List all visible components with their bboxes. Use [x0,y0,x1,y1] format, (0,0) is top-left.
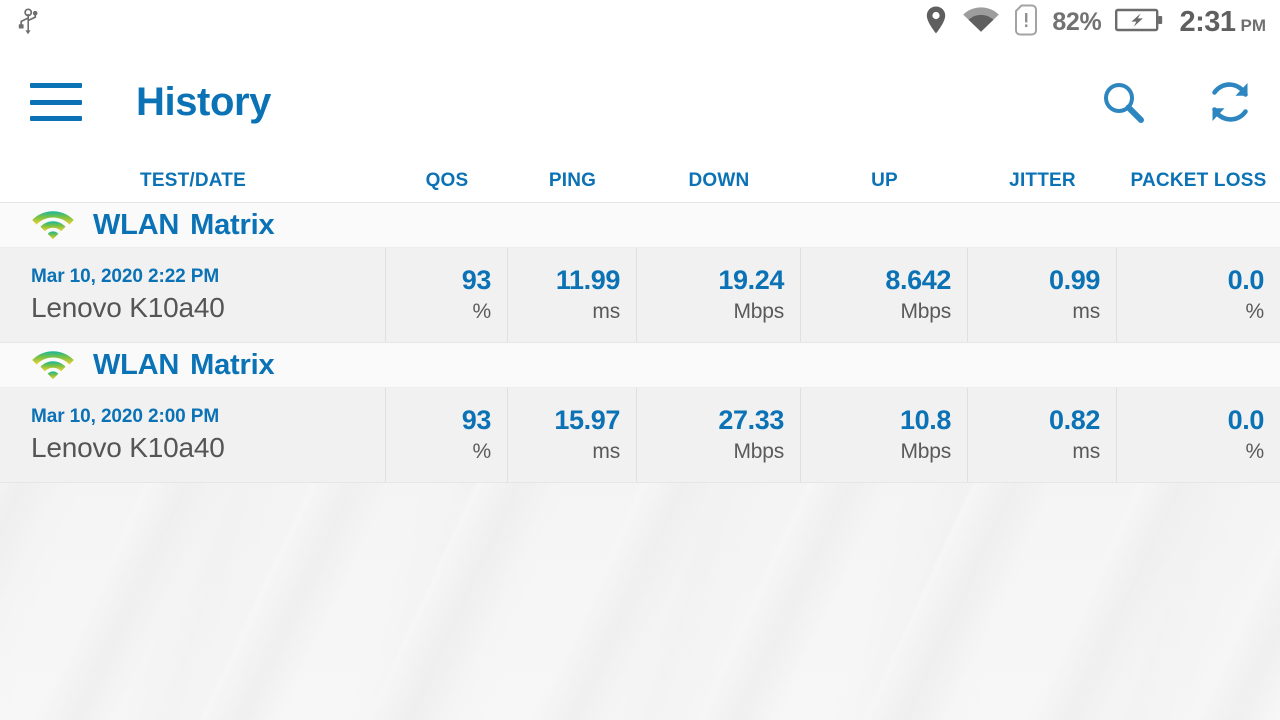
wifi-signal-icon [30,348,76,382]
column-header-down[interactable]: DOWN [637,170,801,192]
hamburger-bar [30,99,82,105]
group-header[interactable]: WLAN Matrix [0,203,1280,248]
qos-value: 93 [461,405,492,436]
cell-down: 27.33 Mbps [637,388,801,482]
history-table: WLAN Matrix Mar 10, 2020 2:22 PM Lenovo … [0,203,1280,483]
column-header-jitter[interactable]: JITTER [968,170,1117,192]
group-connection-type: WLAN [93,348,180,381]
group-connection-type: WLAN [93,208,180,241]
cell-jitter: 0.99 ms [968,248,1117,342]
hamburger-bar [30,83,82,88]
cell-down: 19.24 Mbps [637,248,801,342]
jitter-unit: ms [1072,299,1100,323]
battery-percent-label: 82% [1052,7,1102,36]
packet-loss-value: 0.0 [1227,265,1265,296]
cell-up: 10.8 Mbps [801,388,968,482]
column-header-up[interactable]: UP [801,170,968,192]
cell-qos: 93 % [386,388,508,482]
up-value: 8.642 [885,265,951,296]
column-header-ping[interactable]: PING [508,170,637,192]
cell-test-date: Mar 10, 2020 2:00 PM Lenovo K10a40 [0,388,386,482]
group-header[interactable]: WLAN Matrix [0,343,1280,388]
column-header-test-date[interactable]: TEST/DATE [0,170,386,192]
cell-jitter: 0.82 ms [968,388,1117,482]
jitter-value: 0.82 [1049,405,1100,436]
status-bar-clock: 2:31 PM [1179,6,1266,39]
ping-unit: ms [592,439,620,463]
ping-unit: ms [592,299,620,323]
row-date: Mar 10, 2020 2:22 PM [31,266,220,287]
cell-qos: 93 % [386,248,508,342]
down-value: 27.33 [718,405,784,436]
qos-unit: % [472,299,492,323]
sim-card-alert-icon [1014,4,1038,41]
up-unit: Mbps [900,299,951,323]
ping-value: 11.99 [555,265,620,296]
search-icon[interactable] [1098,77,1148,127]
hamburger-menu-icon[interactable] [30,83,82,121]
status-bar-left [16,5,42,40]
app-bar: History [0,44,1280,160]
column-header-qos[interactable]: QOS [386,170,508,192]
packet-loss-unit: % [1245,299,1265,323]
app-bar-actions [1098,76,1256,128]
clock-time: 2:31 [1179,5,1236,38]
group-network-name: Matrix [190,348,275,381]
history-group: WLAN Matrix Mar 10, 2020 2:00 PM Lenovo … [0,343,1280,483]
down-unit: Mbps [733,299,784,323]
packet-loss-value: 0.0 [1227,405,1265,436]
cell-packet-loss: 0.0 % [1117,388,1280,482]
group-title: WLAN Matrix [93,208,275,242]
qos-value: 93 [461,265,492,296]
battery-charging-icon [1115,6,1163,39]
wifi-signal-icon [30,208,76,242]
column-header-packet-loss[interactable]: PACKET LOSS [1117,170,1280,192]
cell-ping: 11.99 ms [508,248,637,342]
up-unit: Mbps [900,439,951,463]
cell-test-date: Mar 10, 2020 2:22 PM Lenovo K10a40 [0,248,386,342]
row-date: Mar 10, 2020 2:00 PM [31,406,220,427]
cell-up: 8.642 Mbps [801,248,968,342]
wifi-icon [962,6,1000,39]
jitter-value: 0.99 [1049,265,1100,296]
up-value: 10.8 [900,405,951,436]
row-device: Lenovo K10a40 [31,432,225,463]
cell-packet-loss: 0.0 % [1117,248,1280,342]
ping-value: 15.97 [554,405,620,436]
app-root: 82% 2:31 PM History TEST/DATE QOS PING D… [0,0,1280,720]
refresh-icon[interactable] [1204,76,1256,128]
jitter-unit: ms [1072,439,1100,463]
packet-loss-unit: % [1245,439,1265,463]
cell-ping: 15.97 ms [508,388,637,482]
down-value: 19.24 [718,265,784,296]
status-bar: 82% 2:31 PM [0,0,1280,44]
page-title: History [136,79,272,124]
usb-icon [16,5,42,40]
location-pin-icon [924,5,948,40]
table-column-headers: TEST/DATE QOS PING DOWN UP JITTER PACKET… [0,160,1280,203]
history-group: WLAN Matrix Mar 10, 2020 2:22 PM Lenovo … [0,203,1280,343]
clock-ampm: PM [1240,15,1267,35]
down-unit: Mbps [733,439,784,463]
qos-unit: % [472,439,492,463]
table-row[interactable]: Mar 10, 2020 2:00 PM Lenovo K10a40 93 % … [0,388,1280,483]
status-bar-right: 82% 2:31 PM [924,4,1266,41]
row-device: Lenovo K10a40 [31,292,225,323]
group-title: WLAN Matrix [93,348,275,382]
table-row[interactable]: Mar 10, 2020 2:22 PM Lenovo K10a40 93 % … [0,248,1280,343]
group-network-name: Matrix [190,208,275,241]
hamburger-bar [30,116,82,121]
